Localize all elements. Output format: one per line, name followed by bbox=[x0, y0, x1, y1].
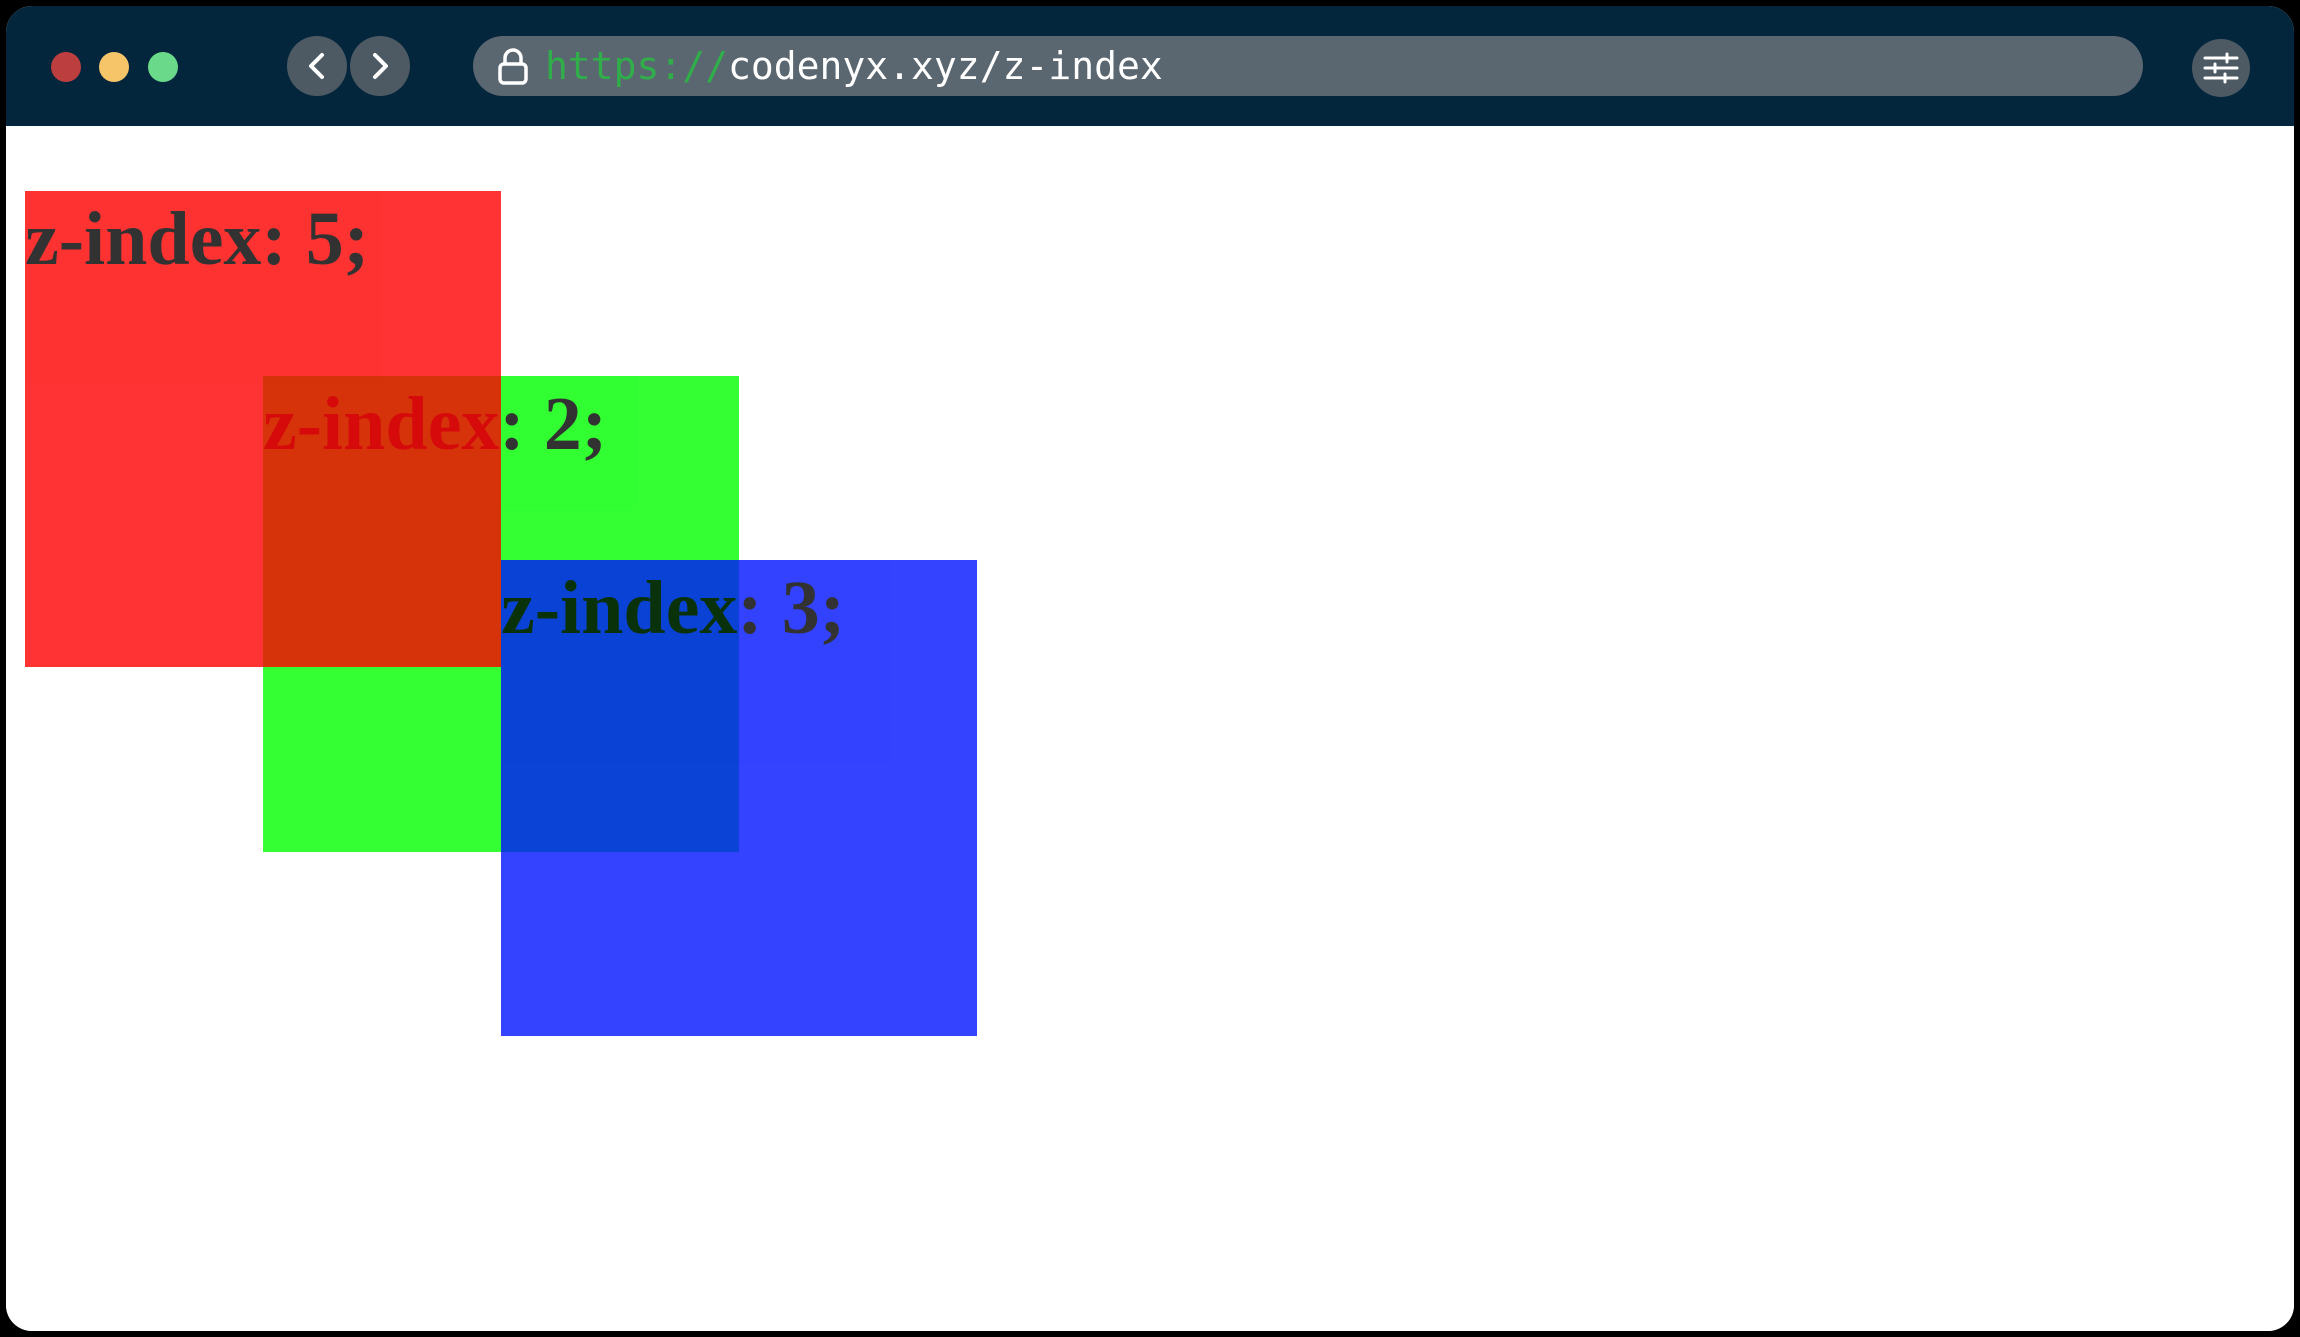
url-host-path: codenyx.xyz/z-index bbox=[728, 44, 1163, 88]
forward-button[interactable] bbox=[350, 36, 410, 96]
blue-box: z-index: 3; bbox=[501, 560, 977, 1036]
red-box: z-index: 5; bbox=[25, 191, 501, 667]
back-button[interactable] bbox=[287, 36, 347, 96]
chevron-left-icon bbox=[309, 53, 324, 79]
red-box-label: z-index: 5; bbox=[25, 197, 370, 281]
settings-button[interactable] bbox=[2192, 39, 2250, 97]
browser-titlebar: https://codenyx.xyz/z-index bbox=[6, 6, 2294, 126]
minimize-window-button[interactable] bbox=[99, 52, 129, 82]
sliders-icon bbox=[2203, 52, 2239, 84]
blue-box-label: z-index: 3; bbox=[501, 566, 846, 650]
chevron-right-icon bbox=[373, 53, 388, 79]
url-scheme: https:// bbox=[545, 44, 729, 88]
url-text: https://codenyx.xyz/z-index bbox=[545, 36, 1163, 96]
page-content: z-index: 5; z-index: 2; z-index: 3; bbox=[6, 126, 2294, 1331]
close-window-button[interactable] bbox=[51, 52, 81, 82]
browser-window: https://codenyx.xyz/z-index z-index: 5; … bbox=[6, 6, 2294, 1331]
maximize-window-button[interactable] bbox=[148, 52, 178, 82]
address-bar[interactable]: https://codenyx.xyz/z-index bbox=[473, 36, 2143, 96]
lock-icon bbox=[498, 48, 528, 85]
